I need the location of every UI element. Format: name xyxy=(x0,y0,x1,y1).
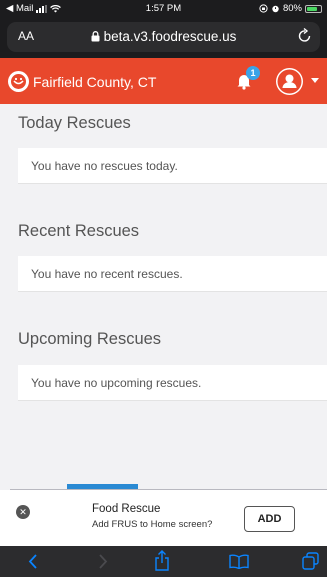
app-header: Fairfield County, CT 1 xyxy=(0,58,327,104)
chevron-down-icon[interactable] xyxy=(311,78,319,84)
recent-rescues-message: You have no recent rescues. xyxy=(31,267,183,281)
upcoming-rescues-card: You have no upcoming rescues. xyxy=(18,365,327,401)
today-rescues-message: You have no rescues today. xyxy=(31,159,178,173)
banner-app-name: Food Rescue xyxy=(92,503,161,515)
user-icon xyxy=(277,69,302,94)
back-icon[interactable] xyxy=(27,553,39,570)
notification-badge: 1 xyxy=(246,66,260,80)
share-icon[interactable] xyxy=(154,550,170,571)
lock-icon xyxy=(91,31,100,42)
today-rescues-card: You have no rescues today. xyxy=(18,148,327,184)
today-rescues-heading: Today Rescues xyxy=(18,114,131,132)
url-display[interactable]: beta.v3.foodrescue.us xyxy=(7,29,320,44)
add-to-home-banner: ✕ Food Rescue Add FRUS to Home screen? A… xyxy=(0,490,327,546)
banner-prompt: Add FRUS to Home screen? xyxy=(92,519,213,530)
add-to-home-button[interactable]: ADD xyxy=(244,506,295,532)
rescues-content: Today Rescues You have no rescues today.… xyxy=(0,104,327,490)
battery-percent: 80% xyxy=(282,3,302,14)
recent-rescues-heading: Recent Rescues xyxy=(18,222,140,240)
alarm-icon xyxy=(272,5,279,13)
recent-rescues-card: You have no recent rescues. xyxy=(18,256,327,292)
forward-icon[interactable] xyxy=(97,553,109,570)
browser-chrome: ◀ Mail 1:57 PM 80% AA beta.v3.foodrescue… xyxy=(0,0,327,58)
upcoming-rescues-heading: Upcoming Rescues xyxy=(18,330,162,348)
battery-icon xyxy=(305,4,322,13)
region-title[interactable]: Fairfield County, CT xyxy=(33,74,156,90)
orientation-lock-icon xyxy=(259,4,268,13)
active-tab-indicator xyxy=(67,484,138,489)
address-bar[interactable]: AA beta.v3.foodrescue.us xyxy=(7,22,320,52)
status-bar: ◀ Mail 1:57 PM 80% xyxy=(0,0,327,18)
bookmarks-icon[interactable] xyxy=(229,554,249,569)
upcoming-rescues-message: You have no upcoming rescues. xyxy=(31,376,202,390)
url-text: beta.v3.foodrescue.us xyxy=(103,29,237,44)
browser-toolbar xyxy=(0,546,327,577)
food-rescue-logo-icon[interactable] xyxy=(8,71,29,92)
tabs-icon[interactable] xyxy=(302,552,319,570)
avatar[interactable] xyxy=(276,68,303,95)
reload-icon[interactable] xyxy=(297,27,313,45)
close-icon[interactable]: ✕ xyxy=(16,505,30,519)
